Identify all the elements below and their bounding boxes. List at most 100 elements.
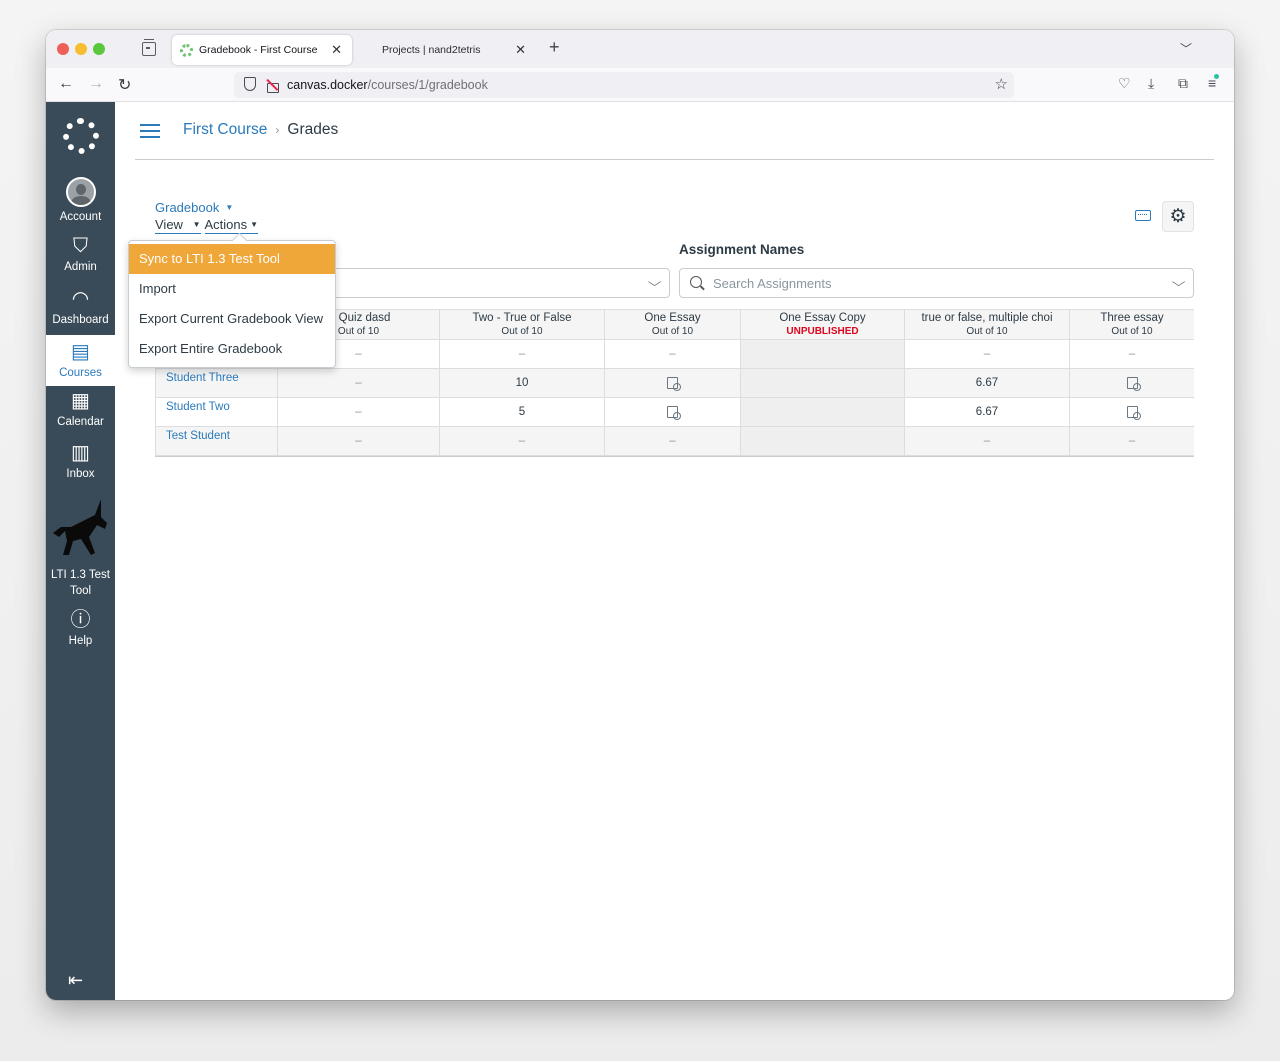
- grade-cell[interactable]: [605, 398, 741, 426]
- course-menu-toggle-icon[interactable]: [140, 124, 160, 138]
- header-divider: [135, 159, 1214, 160]
- grade-cell[interactable]: –: [278, 369, 440, 397]
- tab-gradebook[interactable]: Gradebook - First Course ✕: [172, 35, 352, 65]
- bookmark-star-icon[interactable]: ☆: [995, 75, 1008, 93]
- minimize-window-button[interactable]: [75, 43, 87, 55]
- needs-grading-icon: [667, 406, 681, 420]
- grade-cell[interactable]: –: [905, 427, 1070, 455]
- download-icon[interactable]: ⤓: [1148, 75, 1154, 92]
- grade-cell[interactable]: [605, 369, 741, 397]
- grade-cell[interactable]: –: [1070, 427, 1194, 455]
- grade-cell[interactable]: –: [605, 427, 741, 455]
- reload-icon[interactable]: ↻: [118, 75, 131, 95]
- canvas-logo-icon[interactable]: [63, 118, 99, 154]
- menu-item-sync-lti[interactable]: Sync to LTI 1.3 Test Tool: [129, 244, 335, 274]
- column-title: Two - True or False: [472, 311, 572, 324]
- new-tab-icon[interactable]: +: [549, 37, 560, 58]
- close-window-button[interactable]: [57, 43, 69, 55]
- grade-cell[interactable]: –: [440, 427, 605, 455]
- tab-title: Projects | nand2tetris: [382, 44, 481, 56]
- caret-down-icon: ▼: [250, 220, 259, 229]
- close-tab-icon[interactable]: ✕: [331, 42, 342, 58]
- pocket-icon[interactable]: ♡: [1118, 75, 1131, 92]
- menu-item-export-current-view[interactable]: Export Current Gradebook View: [129, 304, 335, 334]
- grade-cell[interactable]: [1070, 398, 1194, 426]
- chevron-down-icon[interactable]: ⌵: [1172, 275, 1186, 290]
- points-possible: Out of 10: [651, 325, 694, 337]
- grade-cell[interactable]: 6.67: [905, 369, 1070, 397]
- gradebook-menu-button[interactable]: Gradebook ▼: [155, 200, 233, 215]
- nav-item-admin[interactable]: ⛉ Admin: [46, 235, 115, 283]
- collapse-nav-icon[interactable]: ⇤: [68, 970, 83, 991]
- forward-arrow-icon[interactable]: →: [88, 75, 104, 93]
- actions-menu-button[interactable]: Actions ▼: [204, 217, 259, 234]
- points-possible: Out of 10: [501, 325, 543, 337]
- assignment-names-label: Assignment Names: [679, 242, 805, 257]
- update-badge: [1214, 74, 1219, 79]
- url-text[interactable]: canvas.docker/courses/1/gradebook: [287, 78, 488, 92]
- grade-cell[interactable]: –: [440, 340, 605, 368]
- grade-cell[interactable]: 5: [440, 398, 605, 426]
- nav-item-calendar[interactable]: ▦ Calendar: [46, 390, 115, 438]
- main-content: First Course › Grades Gradebook ▼ View ▼ …: [115, 102, 1234, 1000]
- maximize-window-button[interactable]: [93, 43, 105, 55]
- breadcrumb: First Course › Grades: [183, 121, 338, 139]
- nav-item-help[interactable]: ⓘ Help: [46, 609, 115, 657]
- view-menu-button[interactable]: View ▼: [155, 217, 201, 234]
- nav-item-account[interactable]: Account: [46, 177, 115, 227]
- tab-nand2tetris[interactable]: Projects | nand2tetris ✕: [366, 35, 536, 65]
- grade-cell[interactable]: –: [605, 340, 741, 368]
- grade-cell[interactable]: [741, 398, 905, 426]
- grade-cell[interactable]: 6.67: [905, 398, 1070, 426]
- grade-cell[interactable]: –: [1070, 340, 1194, 368]
- nav-item-lti-test-tool[interactable]: LTI 1.3 Test Tool: [46, 567, 115, 599]
- insecure-lock-icon[interactable]: [266, 77, 279, 93]
- url-bar[interactable]: canvas.docker/courses/1/gradebook ☆: [234, 72, 1014, 98]
- back-arrow-icon[interactable]: ←: [58, 75, 74, 93]
- column-header[interactable]: true or false, multiple choi Out of 10: [905, 310, 1070, 339]
- shield-icon[interactable]: [244, 77, 256, 91]
- column-header[interactable]: One Essay Copy UNPUBLISHED: [741, 310, 905, 339]
- unicorn-icon[interactable]: [51, 497, 111, 562]
- chevron-down-icon[interactable]: ﹀: [1180, 40, 1192, 57]
- search-placeholder: Search Assignments: [713, 276, 832, 291]
- search-assignments-input[interactable]: Search Assignments ⌵: [679, 268, 1194, 298]
- student-name-link[interactable]: Test Student: [155, 427, 278, 455]
- grade-cell[interactable]: [741, 427, 905, 455]
- column-header[interactable]: Two - True or False Out of 10: [440, 310, 605, 339]
- nav-item-inbox[interactable]: ▥ Inbox: [46, 442, 115, 490]
- gradebook-settings-button[interactable]: ⚙: [1162, 201, 1194, 232]
- column-title: One Essay Copy: [779, 311, 866, 324]
- keyboard-shortcuts-icon[interactable]: [1135, 210, 1151, 221]
- grade-cell[interactable]: [741, 369, 905, 397]
- menu-item-import[interactable]: Import: [129, 274, 335, 304]
- column-header[interactable]: Three essay Out of 10: [1070, 310, 1194, 339]
- student-name-link[interactable]: Student Two: [155, 398, 278, 426]
- grade-cell[interactable]: [741, 340, 905, 368]
- nav-item-courses[interactable]: ▤ Courses: [46, 335, 115, 386]
- speedometer-icon: ◠: [71, 288, 90, 310]
- tab-overview-icon[interactable]: [142, 39, 156, 56]
- extensions-icon[interactable]: ⧉: [1178, 75, 1188, 92]
- needs-grading-icon: [1126, 406, 1141, 420]
- needs-grading-icon: [1126, 377, 1141, 391]
- nav-item-dashboard[interactable]: ◠ Dashboard: [46, 288, 115, 336]
- grade-cell[interactable]: –: [278, 398, 440, 426]
- help-icon: ⓘ: [70, 609, 91, 631]
- column-header[interactable]: One Essay Out of 10: [605, 310, 741, 339]
- points-possible: Out of 10: [1111, 325, 1153, 337]
- nav-label: Account: [59, 211, 102, 223]
- column-title: Three essay: [1100, 311, 1164, 324]
- grade-cell[interactable]: [1070, 369, 1194, 397]
- grade-cell[interactable]: 10: [440, 369, 605, 397]
- actions-dropdown-menu: Sync to LTI 1.3 Test Tool Import Export …: [128, 240, 336, 368]
- grade-cell[interactable]: –: [278, 427, 440, 455]
- grade-cell[interactable]: –: [905, 340, 1070, 368]
- breadcrumb-course-link[interactable]: First Course: [183, 121, 267, 139]
- menu-item-export-entire-gradebook[interactable]: Export Entire Gradebook: [129, 334, 335, 364]
- student-row: Student Two –5 6.67: [155, 398, 1194, 427]
- close-tab-icon[interactable]: ✕: [515, 42, 526, 58]
- student-name-link[interactable]: Student Three: [155, 369, 278, 397]
- caret-down-icon: ▼: [192, 220, 201, 229]
- chevron-down-icon: ⌵: [647, 275, 662, 289]
